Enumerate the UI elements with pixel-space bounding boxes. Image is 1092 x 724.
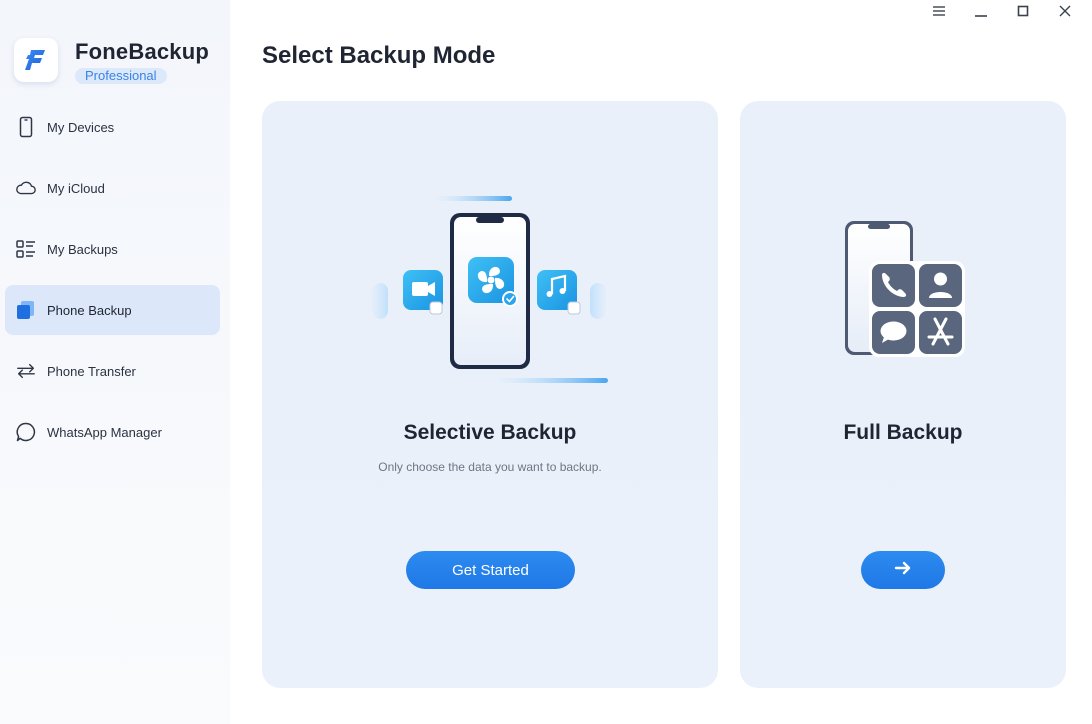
selective-backup-illustration bbox=[370, 193, 610, 390]
sidebar-item-phone-transfer[interactable]: Phone Transfer bbox=[5, 346, 220, 396]
minimize-button[interactable] bbox=[960, 2, 1002, 24]
sidebar-item-label: WhatsApp Manager bbox=[47, 424, 162, 440]
minimize-icon bbox=[974, 4, 988, 22]
card-title: Selective Backup bbox=[403, 421, 577, 444]
arrow-right-icon bbox=[894, 560, 912, 580]
phone-outline-icon bbox=[15, 116, 37, 138]
sidebar-item-my-backups[interactable]: My Backups bbox=[5, 224, 220, 274]
transfer-arrows-icon bbox=[15, 360, 37, 382]
backups-list-icon bbox=[15, 238, 37, 260]
phone-backup-icon bbox=[15, 299, 37, 321]
sidebar-item-my-devices[interactable]: My Devices bbox=[5, 102, 220, 152]
app-name: FoneBackup bbox=[75, 39, 210, 64]
sidebar-item-whatsapp-manager[interactable]: WhatsApp Manager bbox=[5, 407, 220, 457]
sidebar-nav: My Devices My iCloud My Backups Phone Ba… bbox=[5, 102, 220, 468]
sidebar-item-label: My Backups bbox=[47, 241, 118, 257]
selective-backup-card[interactable]: Selective Backup Only choose the data yo… bbox=[262, 101, 718, 688]
sidebar-item-phone-backup[interactable]: Phone Backup bbox=[5, 285, 220, 335]
chat-bubble-icon bbox=[15, 421, 37, 443]
sidebar-item-my-icloud[interactable]: My iCloud bbox=[5, 163, 220, 213]
sidebar: FoneBackup Professional My Devices My iC… bbox=[0, 0, 230, 724]
app-logo-icon bbox=[14, 38, 58, 82]
maximize-button[interactable] bbox=[1002, 2, 1044, 24]
sidebar-item-label: Phone Transfer bbox=[47, 363, 136, 379]
card-description: Only choose the data you want to backup. bbox=[378, 460, 602, 474]
maximize-icon bbox=[1017, 4, 1029, 22]
sidebar-item-label: Phone Backup bbox=[47, 302, 132, 318]
close-button[interactable] bbox=[1044, 2, 1086, 24]
get-started-button[interactable]: Get Started bbox=[406, 551, 575, 589]
card-title: Full Backup bbox=[843, 421, 963, 444]
full-backup-next-button[interactable] bbox=[861, 551, 945, 589]
full-backup-card[interactable]: Full Backup bbox=[740, 101, 1066, 688]
edition-badge: Professional bbox=[75, 68, 167, 84]
menu-button[interactable] bbox=[918, 2, 960, 24]
close-icon bbox=[1059, 4, 1071, 22]
sidebar-item-label: My iCloud bbox=[47, 180, 105, 196]
cloud-icon bbox=[15, 177, 37, 199]
sidebar-item-label: My Devices bbox=[47, 119, 115, 135]
window-controls bbox=[918, 2, 1086, 24]
menu-icon bbox=[932, 4, 946, 22]
brand: FoneBackup Professional bbox=[14, 38, 209, 85]
full-backup-illustration bbox=[843, 219, 967, 364]
page-title: Select Backup Mode bbox=[262, 42, 496, 69]
